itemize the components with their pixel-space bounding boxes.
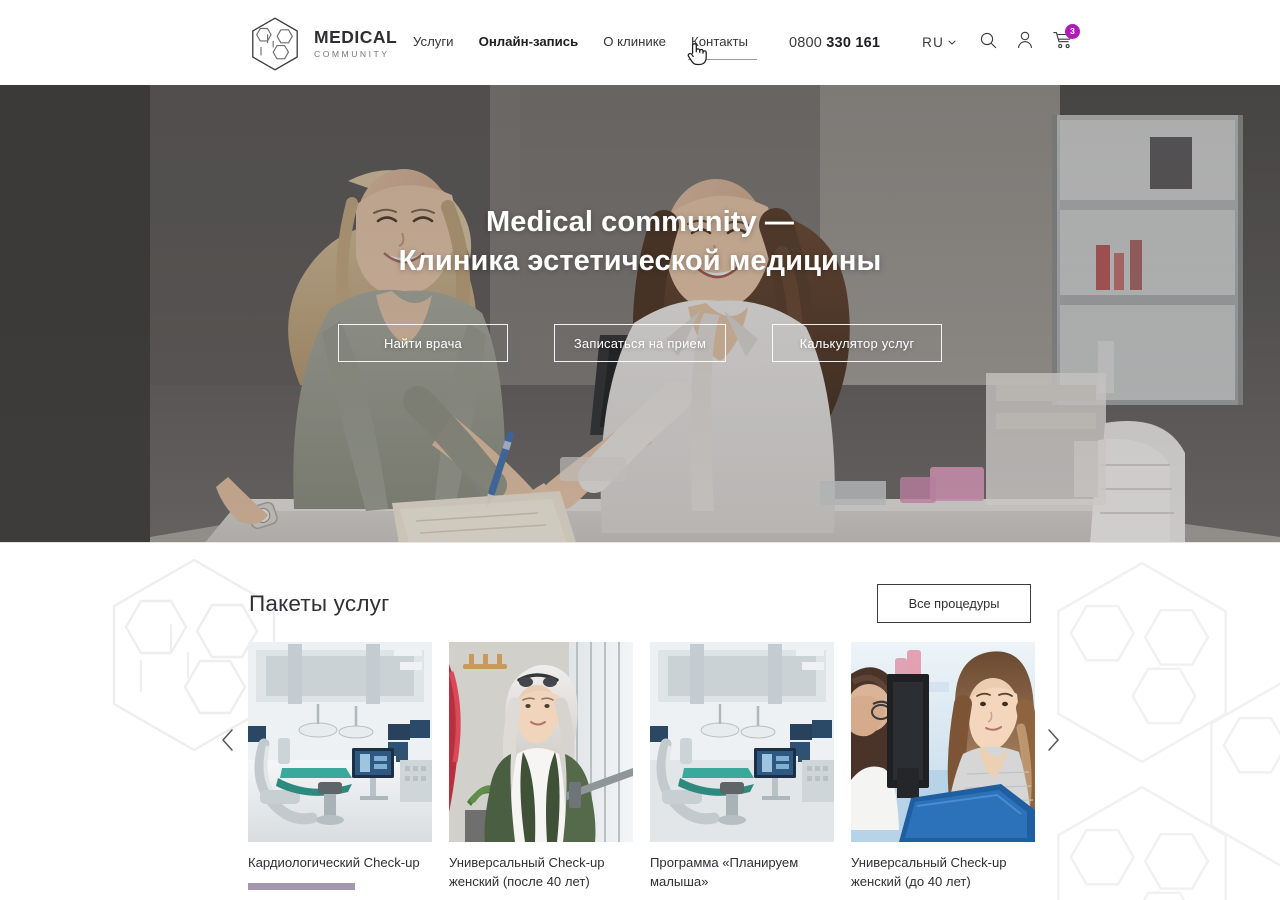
card-image-mature-woman [449,642,633,842]
book-appointment-button[interactable]: Записаться на прием [554,324,726,363]
nav-item-contacts[interactable]: Контакты [688,34,757,60]
package-card[interactable]: Кардиологический Check-up [248,642,432,900]
find-doctor-button[interactable]: Найти врача [338,324,508,363]
package-card[interactable]: Универсальный Check-up женский (до 40 ле… [851,642,1035,900]
hero-button-group: Найти врача Записаться на прием Калькуля… [0,324,1280,363]
all-procedures-button[interactable]: Все процедуры [877,584,1031,623]
hexagon-logo-icon [252,17,298,71]
card-title: Кардиологический Check-up [248,855,420,870]
card-image-operating-room [650,642,834,842]
logo-tagline: COMMUNITY [314,49,390,60]
nav-item-services[interactable]: Услуги [413,34,454,52]
phone-number[interactable]: 0800 330 161 [789,35,880,51]
user-icon[interactable] [1017,31,1033,54]
search-icon[interactable] [980,32,997,54]
site-header: MEDICAL COMMUNITY Услуги Онлайн-запись О… [0,0,1280,85]
card-title: Программа «Планируем малыша» [650,855,799,889]
packages-header: Пакеты услуг Все процедуры [249,584,1031,623]
language-label: RU [922,35,945,50]
page-title: Пакеты услуг [249,590,390,616]
hero-title-line1: Medical community — [485,206,795,238]
carousel-prev-button[interactable] [214,727,240,753]
hexagon-watermark-right-2 [1057,785,1227,900]
hexagon-watermark-right-3 [1210,682,1280,867]
carousel-next-button[interactable] [1040,727,1066,753]
hero-banner: Medical community — Клиника эстетической… [0,85,1280,542]
package-card-list: Кардиологический Check-up Универсальный … [248,642,1035,900]
phone-prefix: 0800 [789,34,827,51]
chevron-down-icon [948,40,956,45]
nav-item-about-clinic[interactable]: О клинике [603,34,666,52]
package-card[interactable]: Программа «Планируем малыша» [650,642,834,900]
cart-count-badge: 3 [1065,24,1081,39]
card-accent-bar [248,882,355,890]
package-card[interactable]: Универсальный Check-up женский (после 40… [449,642,633,900]
chevron-right-icon [1047,729,1059,751]
hero-content: Medical community — Клиника эстетической… [0,203,1280,363]
hexagon-watermark-right-1 [1057,561,1227,764]
section-divider [0,542,1280,543]
card-image-operating-room [248,642,432,842]
chevron-left-icon [221,729,233,751]
service-packages-section: Пакеты услуг Все процедуры Кардиологичес… [0,542,1280,900]
cart-icon[interactable]: 3 [1053,24,1081,54]
card-title: Универсальный Check-up женский (до 40 ле… [851,855,1007,889]
phone-main: 330 161 [826,34,881,51]
nav-item-online-booking[interactable]: Онлайн-запись [479,34,579,52]
service-calculator-button[interactable]: Калькулятор услуг [772,324,942,363]
logo[interactable]: MEDICAL COMMUNITY [247,16,397,72]
hero-title: Medical community — Клиника эстетической… [0,203,1280,280]
language-selector[interactable]: RU [922,35,956,50]
header-actions: 0800 330 161 RU 3 [789,24,1081,54]
card-title: Универсальный Check-up женский (после 40… [449,855,605,889]
card-image-doctor-consultation [851,642,1035,842]
main-navigation: Услуги Онлайн-запись О клинике Контакты [413,34,757,60]
header-icon-group: 3 [980,24,1081,54]
logo-title: MEDICAL [314,26,398,47]
hero-title-line2: Клиника эстетической медицины [398,244,882,277]
